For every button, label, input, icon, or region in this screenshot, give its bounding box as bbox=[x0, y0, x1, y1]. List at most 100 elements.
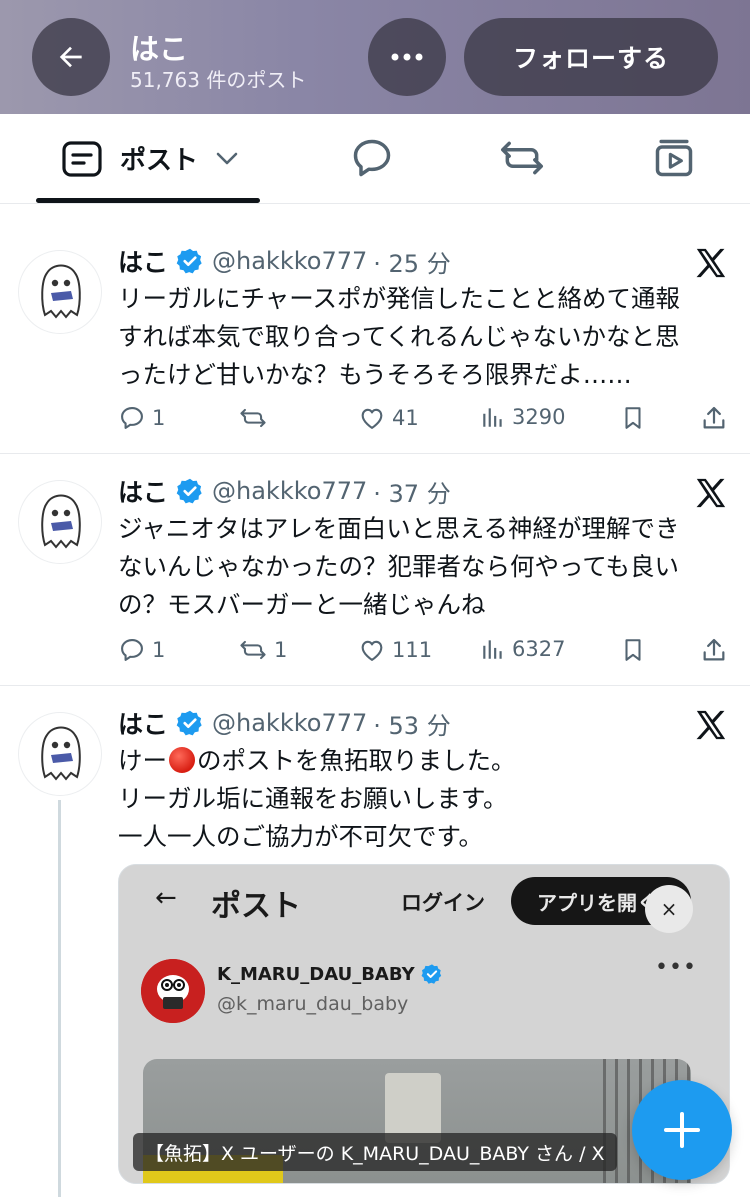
post-text-fragment: のポストを魚拓取りました。 bbox=[197, 746, 516, 775]
post-count: 51,763 件のポスト bbox=[130, 68, 307, 92]
red-circle-emoji-icon bbox=[169, 747, 195, 773]
embed-back-arrow: ← bbox=[155, 883, 177, 913]
post-time: · 37 分 bbox=[373, 479, 451, 508]
tab-replies-icon[interactable] bbox=[350, 136, 394, 180]
reply-count: 1 bbox=[152, 638, 166, 662]
ghost-avatar-icon bbox=[41, 264, 81, 319]
embed-title: ポスト bbox=[211, 889, 301, 924]
views-button[interactable]: 6327 bbox=[480, 636, 565, 662]
like-button[interactable]: 111 bbox=[358, 636, 432, 664]
repost-button[interactable]: 1 bbox=[238, 636, 287, 664]
repost-button[interactable] bbox=[238, 404, 274, 432]
follow-button[interactable]: フォローする bbox=[464, 18, 718, 96]
arrow-left-icon bbox=[59, 46, 82, 68]
tab-media-icon[interactable] bbox=[652, 136, 696, 180]
post-actions: 1 1 111 6327 bbox=[0, 636, 750, 666]
more-button[interactable] bbox=[368, 18, 446, 96]
back-button[interactable] bbox=[32, 18, 110, 96]
avatar[interactable] bbox=[18, 250, 102, 334]
like-count: 111 bbox=[392, 638, 433, 662]
compose-button[interactable] bbox=[632, 1080, 732, 1180]
views-count: 6327 bbox=[512, 637, 566, 661]
active-tab-indicator bbox=[36, 198, 260, 203]
reply-button[interactable]: 1 bbox=[118, 636, 165, 664]
embed-username: K_MARU_DAU_BABY bbox=[217, 963, 443, 985]
repost-icon bbox=[240, 640, 266, 660]
repost-count: 1 bbox=[274, 638, 288, 662]
embed-avatar bbox=[141, 959, 205, 1023]
tab-reposts-icon[interactable] bbox=[498, 136, 546, 180]
post-time: · 25 分 bbox=[373, 249, 451, 278]
heart-icon bbox=[361, 640, 383, 661]
like-count: 41 bbox=[392, 406, 419, 430]
post-text: ジャニオタはアレを面白いと思える神経が理解でき ないんじゃなかったの？犯罪者なら… bbox=[118, 510, 730, 624]
views-count: 3290 bbox=[512, 405, 566, 429]
verified-badge-icon bbox=[421, 964, 441, 984]
profile-tabs: ポスト bbox=[0, 114, 750, 204]
post-text-line: リーガル垢に通報をお願いします。 bbox=[118, 784, 508, 813]
embed-login-label: ログイン bbox=[401, 891, 485, 915]
embed-more-icon: ••• bbox=[655, 955, 697, 980]
post-meta: はこ @hakkko777 · 25 分 bbox=[118, 244, 451, 278]
more-dots-icon bbox=[391, 53, 423, 61]
x-logo-icon bbox=[696, 478, 726, 508]
tab-posts-label: ポスト bbox=[120, 146, 199, 176]
avatar[interactable] bbox=[18, 712, 102, 796]
ghost-avatar-icon bbox=[41, 726, 81, 781]
plus-icon bbox=[664, 1112, 700, 1148]
post-text-line: の？モスバーガーと一緒じゃんね bbox=[118, 590, 486, 619]
avatar[interactable] bbox=[18, 480, 102, 564]
embed-close-icon: × bbox=[645, 885, 693, 933]
chevron-down-icon[interactable] bbox=[216, 152, 238, 166]
post-list-icon bbox=[62, 140, 102, 177]
mascot-avatar-icon bbox=[141, 959, 205, 1023]
reply-count: 1 bbox=[152, 406, 166, 430]
author-name[interactable]: はこ bbox=[118, 243, 168, 279]
post-item[interactable]: はこ @hakkko777 · 25 分 リーガルにチャースポが発信したことと絡… bbox=[0, 204, 750, 454]
profile-name: はこ bbox=[130, 32, 189, 66]
profile-header: はこ 51,763 件のポスト フォローする bbox=[0, 0, 750, 114]
post-text-line: ないんじゃなかったの？犯罪者なら何やっても良い bbox=[118, 552, 680, 581]
ghost-avatar-icon bbox=[41, 494, 81, 549]
reply-icon bbox=[121, 639, 143, 661]
post-text-line: ったけど甘いかな？もうそろそろ限界だよ…… bbox=[118, 360, 632, 389]
embed-topbar: ← ポスト ログイン アプリを開く × bbox=[119, 865, 729, 933]
tab-posts[interactable]: ポスト bbox=[62, 140, 238, 177]
author-handle[interactable]: @hakkko777 bbox=[212, 477, 367, 505]
views-chart-icon bbox=[483, 640, 502, 659]
reply-button[interactable]: 1 bbox=[118, 404, 165, 432]
x-logo-icon bbox=[696, 710, 726, 740]
author-handle[interactable]: @hakkko777 bbox=[212, 247, 367, 275]
embed-handle: @k_maru_dau_baby bbox=[217, 993, 409, 1015]
post-text-line: 一人一人のご協力が不可欠です。 bbox=[118, 822, 484, 851]
post-meta: はこ @hakkko777 · 37 分 bbox=[118, 474, 451, 508]
share-icon[interactable] bbox=[700, 636, 728, 664]
post-actions: 1 41 3290 bbox=[0, 404, 750, 434]
post-item[interactable]: はこ @hakkko777 · 37 分 ジャニオタはアレを面白いと思える神経が… bbox=[0, 454, 750, 686]
heart-icon bbox=[361, 408, 383, 429]
views-chart-icon bbox=[483, 408, 502, 427]
views-button[interactable]: 3290 bbox=[480, 404, 565, 430]
verified-badge-icon bbox=[176, 247, 204, 275]
post-text: リーガルにチャースポが発信したことと絡めて通報 すれば本気で取り合ってくれるんじ… bbox=[118, 280, 730, 394]
author-name[interactable]: はこ bbox=[118, 705, 168, 741]
bookmark-icon[interactable] bbox=[620, 404, 646, 432]
reply-icon bbox=[121, 407, 143, 429]
like-button[interactable]: 41 bbox=[358, 404, 419, 432]
x-logo-icon bbox=[696, 248, 726, 278]
verified-badge-icon bbox=[176, 709, 204, 737]
author-name[interactable]: はこ bbox=[118, 473, 168, 509]
post-text-line: すれば本気で取り合ってくれるんじゃないかなと思 bbox=[118, 322, 680, 351]
share-icon[interactable] bbox=[700, 404, 728, 432]
post-text-line: けー のポストを魚拓取りました。 bbox=[118, 742, 730, 780]
repost-icon bbox=[240, 408, 266, 428]
bookmark-icon[interactable] bbox=[620, 636, 646, 664]
embed-username-text: K_MARU_DAU_BABY bbox=[217, 963, 415, 985]
thread-connector bbox=[58, 800, 61, 1197]
post-text-line: リーガルにチャースポが発信したことと絡めて通報 bbox=[118, 284, 681, 313]
verified-badge-icon bbox=[176, 477, 204, 505]
post-text: けー のポストを魚拓取りました。 リーガル垢に通報をお願いします。 一人一人のご協… bbox=[118, 742, 730, 856]
post-time: · 53 分 bbox=[373, 711, 451, 740]
post-text-line: ジャニオタはアレを面白いと思える神経が理解でき bbox=[118, 514, 680, 543]
author-handle[interactable]: @hakkko777 bbox=[212, 709, 367, 737]
